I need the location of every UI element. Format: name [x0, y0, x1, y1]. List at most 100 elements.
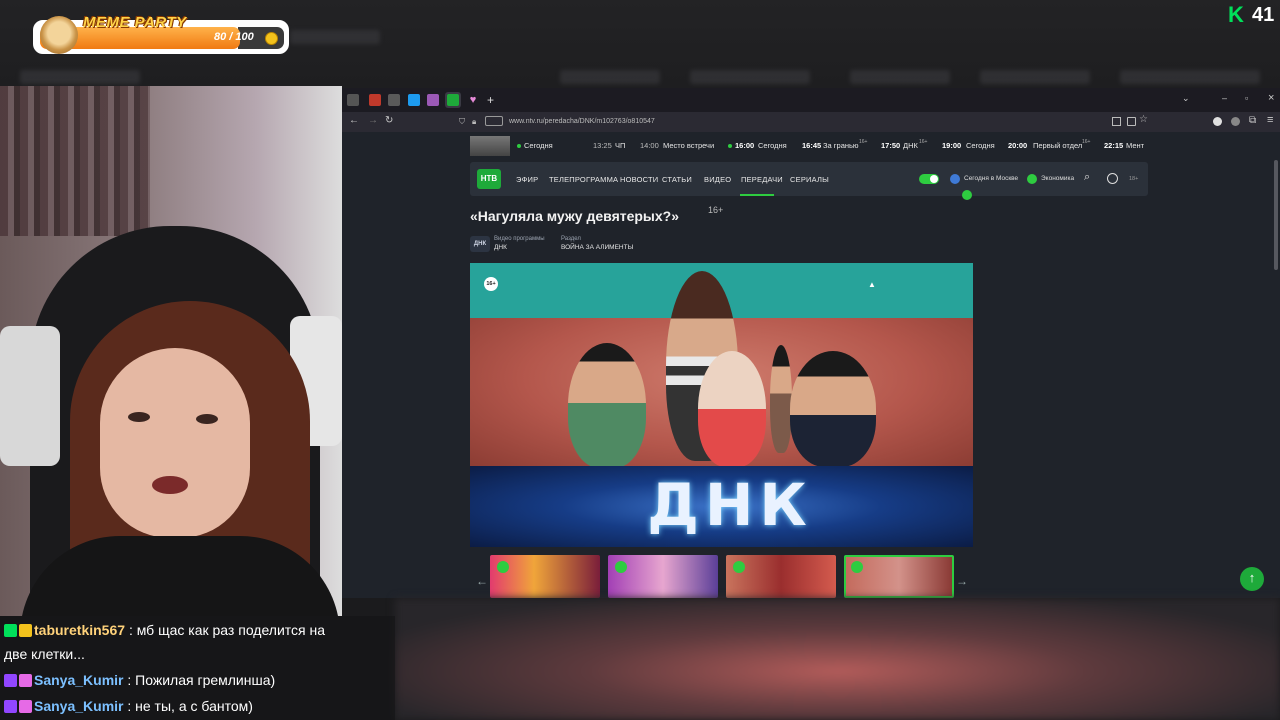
- live-thumbnail[interactable]: [470, 136, 510, 156]
- play-icon: [615, 561, 627, 573]
- menu-item-peredachi[interactable]: ПЕРЕДАЧИ: [741, 175, 783, 184]
- back-arrow-icon[interactable]: ←: [349, 115, 359, 126]
- ntv-logo[interactable]: НТВ: [477, 169, 501, 189]
- meme-party-title: MEME PARTY: [83, 14, 187, 31]
- program-logo[interactable]: ДНК: [470, 236, 490, 252]
- section-value[interactable]: ВОЙНА ЗА АЛИМЕНТЫ: [561, 244, 633, 251]
- video-person: [790, 351, 876, 467]
- menu-item-teleprogramma[interactable]: ТЕЛЕПРОГРАММА: [549, 175, 618, 184]
- schedule-age: 16+: [919, 139, 928, 145]
- chair-side-panel: [0, 326, 60, 466]
- thumbs-next-arrow-icon[interactable]: →: [956, 574, 968, 588]
- reload-icon[interactable]: ↻: [385, 115, 393, 126]
- twitch-badge-icon: [4, 700, 17, 713]
- schedule-item[interactable]: Сегодня: [524, 141, 553, 150]
- thumbs-prev-arrow-icon[interactable]: ←: [476, 574, 488, 588]
- tab-favicon[interactable]: [388, 94, 400, 106]
- scroll-to-top-button[interactable]: ↑: [1240, 567, 1264, 591]
- doge-avatar-icon: [40, 16, 78, 54]
- tab-favicon[interactable]: [369, 94, 381, 106]
- webcam-feed: [0, 86, 342, 616]
- tab-overview-icon[interactable]: [347, 94, 359, 106]
- menu-item-video[interactable]: ВИДЕО: [704, 175, 731, 184]
- maximize-button[interactable]: ▫: [1245, 93, 1248, 103]
- video-age-badge: 16+: [484, 277, 498, 291]
- tab-strip: [342, 88, 1280, 112]
- blurred-tab: [20, 70, 140, 84]
- url-text[interactable]: www.ntv.ru/peredacha/DNK/m102763/o810547: [509, 118, 655, 125]
- minimize-button[interactable]: –: [1222, 93, 1227, 103]
- blurred-tab: [980, 70, 1090, 84]
- video-player[interactable]: 16+ ДНК: [470, 263, 973, 547]
- coin-icon: [265, 32, 278, 45]
- channel-icon: [1027, 174, 1037, 184]
- schedule-item[interactable]: Место встречи: [663, 141, 714, 150]
- tab-favicon[interactable]: [408, 94, 420, 106]
- menu-item-serialy[interactable]: СЕРИАЛЫ: [790, 175, 829, 184]
- browser-window: ♥ + ⌄ – ▫ × ← → ↻ ⛉ 🔒︎ www.ntv.ru/pereda…: [342, 88, 1280, 598]
- schedule-time: 14:00: [640, 141, 659, 150]
- menu-item-efir[interactable]: ЭФИР: [516, 175, 538, 184]
- forward-arrow-icon[interactable]: →: [368, 115, 378, 126]
- schedule-item[interactable]: ЧП: [615, 141, 625, 150]
- menu-item-novosti[interactable]: НОВОСТИ: [620, 175, 658, 184]
- schedule-item[interactable]: Мент: [1126, 141, 1144, 150]
- heart-tab-icon[interactable]: ♥: [467, 94, 479, 106]
- schedule-time: 13:25: [593, 141, 612, 150]
- page-scrollbar[interactable]: [1274, 160, 1278, 270]
- channel-link-economy[interactable]: Экономика: [1041, 175, 1074, 182]
- menu-hamburger-icon[interactable]: ≡: [1267, 114, 1273, 126]
- blurred-background: [395, 598, 1280, 720]
- reader-view-icon[interactable]: [1112, 117, 1121, 126]
- schedule-item[interactable]: ДНК: [903, 141, 918, 150]
- lock-icon[interactable]: 🔒︎: [472, 117, 476, 127]
- new-tab-button[interactable]: +: [487, 93, 494, 107]
- extension-icon[interactable]: [1231, 117, 1240, 126]
- search-icon[interactable]: ⌕: [1084, 171, 1090, 184]
- schedule-age: 16+: [1082, 139, 1091, 145]
- chat-message-continued: две клетки...: [4, 646, 85, 662]
- schedule-age: 16+: [859, 139, 868, 145]
- channel-link-moscow[interactable]: Сегодня в Москве: [964, 175, 1018, 182]
- schedule-item[interactable]: Первый отдел: [1033, 141, 1082, 150]
- blurred-tab: [1120, 70, 1260, 84]
- blurred-tab: [690, 70, 810, 84]
- eye: [196, 414, 218, 424]
- play-icon: [733, 561, 745, 573]
- close-button[interactable]: ×: [1268, 92, 1274, 104]
- schedule-time: 20:00: [1008, 141, 1028, 150]
- user-icon[interactable]: [1107, 173, 1118, 184]
- bookmark-star-icon[interactable]: ☆: [1139, 114, 1148, 125]
- pip-icon[interactable]: [1127, 117, 1136, 126]
- chat-username: Sanya_Kumir: [34, 672, 124, 688]
- extensions-puzzle-icon[interactable]: ⧉: [1249, 115, 1256, 126]
- chat-username: Sanya_Kumir: [34, 698, 124, 714]
- schedule-item[interactable]: Сегодня: [758, 141, 787, 150]
- article-title: «Нагуляла мужу девятерых?»: [470, 208, 680, 224]
- shield-icon[interactable]: ⛉: [459, 117, 465, 127]
- mouth: [152, 476, 188, 494]
- extension-icon[interactable]: [1213, 117, 1222, 126]
- chat-username: taburetkin567: [34, 622, 126, 638]
- blurred-tab: [850, 70, 950, 84]
- schedule-time: 19:00: [942, 141, 962, 150]
- schedule-item[interactable]: Сегодня: [966, 141, 995, 150]
- program-label: Видео программы: [494, 236, 545, 242]
- menu-active-indicator: [740, 194, 774, 196]
- schedule-item[interactable]: За гранью: [823, 141, 859, 150]
- chat-message: taburetkin567 : мб щас как раз поделится…: [4, 618, 325, 642]
- program-value[interactable]: ДНК: [494, 244, 507, 251]
- live-dot-icon: [728, 144, 732, 148]
- meme-progress-count: 80 / 100: [214, 31, 254, 43]
- site-permissions-icon[interactable]: [485, 116, 503, 126]
- eye: [128, 412, 150, 422]
- k-badge-icon: [4, 624, 17, 637]
- schedule-time: 22:15: [1104, 141, 1124, 150]
- tab-list-icon[interactable]: ⌄: [1182, 93, 1190, 104]
- green-dot: [962, 190, 972, 200]
- play-icon: [851, 561, 863, 573]
- age-rating: 18+: [1129, 176, 1139, 182]
- tab-favicon[interactable]: [427, 94, 439, 106]
- person-face: [100, 348, 250, 538]
- menu-item-stati[interactable]: СТАТЬИ: [662, 175, 692, 184]
